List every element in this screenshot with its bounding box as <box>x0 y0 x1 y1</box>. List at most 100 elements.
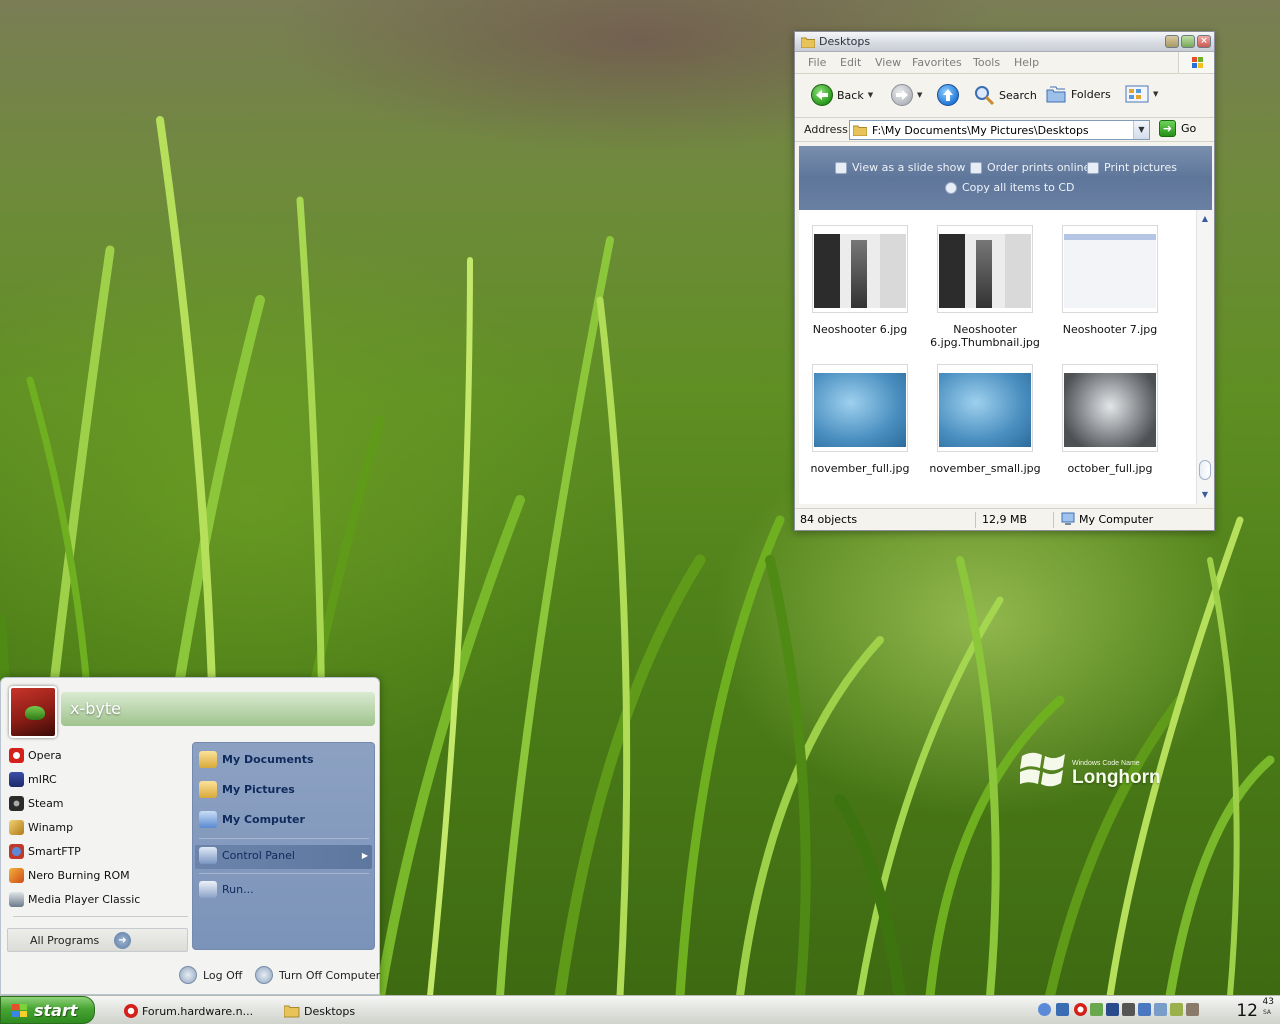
tray-monitor-icon[interactable] <box>1106 1003 1119 1016</box>
winamp-icon <box>9 820 24 835</box>
title-bar[interactable]: Desktops × <box>795 32 1214 52</box>
window-title: Desktops <box>819 35 871 48</box>
file-item[interactable]: Neoshooter 7.jpg <box>1054 225 1166 336</box>
file-view[interactable]: Neoshooter 6.jpg Neoshooter 6.jpg.Thumbn… <box>799 210 1212 504</box>
program-opera[interactable]: Opera <box>9 748 62 763</box>
file-item[interactable]: Neoshooter 6.jpg.Thumbnail.jpg <box>929 225 1041 349</box>
chevron-down-icon[interactable]: ▼ <box>1153 90 1158 98</box>
menu-edit[interactable]: Edit <box>840 56 861 69</box>
maximize-button[interactable] <box>1181 35 1195 48</box>
close-button[interactable]: × <box>1197 35 1211 48</box>
opera-icon <box>124 1004 138 1018</box>
start-menu-footer: Log Off Turn Off Computer <box>1 958 380 994</box>
file-item[interactable]: november_small.jpg <box>929 364 1041 475</box>
run-item[interactable]: Run... <box>199 881 254 898</box>
program-label: Steam <box>28 797 64 810</box>
chevron-down-icon[interactable]: ▼ <box>917 91 922 99</box>
cd-icon <box>945 181 957 194</box>
file-name: Neoshooter 6.jpg <box>812 323 908 336</box>
scroll-down-icon[interactable]: ▼ <box>1198 488 1212 502</box>
all-programs-button[interactable]: All Programs ➜ <box>7 928 188 952</box>
avatar[interactable] <box>9 686 57 738</box>
tray-opera-icon[interactable] <box>1074 1003 1087 1016</box>
menu-help[interactable]: Help <box>1014 56 1039 69</box>
menu-view[interactable]: View <box>875 56 901 69</box>
program-mirc[interactable]: mIRC <box>9 772 57 787</box>
file-item[interactable]: Neoshooter 6.jpg <box>804 225 916 336</box>
minimize-button[interactable] <box>1165 35 1179 48</box>
user-name: x-byte <box>70 699 121 718</box>
pinned-programs: Opera mIRC Steam Winamp SmartFTP Nero Bu… <box>7 744 190 956</box>
status-size: 12,9 MB <box>982 513 1028 526</box>
program-label: SmartFTP <box>28 845 81 858</box>
clock-suffix: SA <box>1262 1009 1271 1016</box>
scroll-thumb[interactable] <box>1199 460 1211 480</box>
windows-flag-icon <box>1020 752 1065 787</box>
views-button[interactable]: ▼ <box>1125 84 1158 104</box>
forward-button[interactable]: ▼ <box>891 84 922 106</box>
up-button[interactable] <box>937 84 959 106</box>
program-steam[interactable]: Steam <box>9 796 64 811</box>
vertical-scrollbar[interactable]: ▲ ▼ <box>1196 210 1212 504</box>
start-button[interactable]: start <box>0 996 95 1024</box>
explorer-window[interactable]: Desktops × File Edit View Favorites Tool… <box>794 31 1215 531</box>
tray-shield-icon[interactable] <box>1186 1003 1199 1016</box>
search-button[interactable]: Search <box>973 84 1037 106</box>
file-item[interactable]: october_full.jpg <box>1054 364 1166 475</box>
menu-file[interactable]: File <box>808 56 826 69</box>
windows-logo-icon <box>1178 52 1214 73</box>
tray-display-icon[interactable] <box>1138 1003 1151 1016</box>
menu-tools[interactable]: Tools <box>973 56 1000 69</box>
program-smartftp[interactable]: SmartFTP <box>9 844 81 859</box>
my-pictures-item[interactable]: My Pictures <box>199 781 295 798</box>
program-nero[interactable]: Nero Burning ROM <box>9 868 130 883</box>
file-name: october_full.jpg <box>1067 462 1153 475</box>
thumbnail-image <box>1064 234 1156 308</box>
task-slideshow[interactable]: View as a slide show <box>835 161 965 174</box>
log-off-button[interactable]: Log Off <box>179 966 242 984</box>
tray-steam-icon[interactable] <box>1122 1003 1135 1016</box>
my-documents-item[interactable]: My Documents <box>199 751 314 768</box>
thumbnail-frame <box>937 225 1033 313</box>
all-programs-label: All Programs <box>30 934 100 947</box>
task-slideshow-label: View as a slide show <box>852 161 966 174</box>
tray-speaker-icon[interactable] <box>1154 1003 1167 1016</box>
task-copy-cd[interactable]: Copy all items to CD <box>945 181 1075 194</box>
control-panel-item[interactable]: Control Panel <box>199 847 295 864</box>
my-computer-item[interactable]: My Computer <box>199 811 305 828</box>
thumbnail-frame <box>812 364 908 452</box>
clock-hour[interactable]: 12 <box>1236 1001 1258 1021</box>
my-documents-label: My Documents <box>222 753 314 766</box>
opera-icon <box>9 748 24 763</box>
file-item[interactable]: november_full.jpg <box>804 364 916 475</box>
taskbar-button-opera[interactable]: Forum.hardware.n... <box>124 1000 253 1022</box>
program-label: Media Player Classic <box>28 893 141 906</box>
picture-tasks-pane: View as a slide show Order prints online… <box>799 146 1212 210</box>
task-order-prints[interactable]: Order prints online <box>970 161 1090 174</box>
tray-users-icon[interactable] <box>1090 1003 1103 1016</box>
steam-icon <box>9 796 24 811</box>
address-input[interactable]: F:\My Documents\My Pictures\Desktops ▼ <box>849 120 1150 140</box>
folder-documents-icon <box>199 751 217 768</box>
back-button[interactable]: Back ▼ <box>811 84 873 106</box>
globe-icon <box>970 161 982 174</box>
menu-favorites[interactable]: Favorites <box>912 56 962 69</box>
program-label: Opera <box>28 749 62 762</box>
standard-toolbar: Back ▼ ▼ Search Folders ▼ <box>795 74 1214 118</box>
program-media-player-classic[interactable]: Media Player Classic <box>9 892 140 907</box>
divider <box>199 873 369 874</box>
go-button[interactable]: ➜ Go <box>1159 120 1196 137</box>
tray-arrow-icon[interactable] <box>1038 1003 1051 1016</box>
chevron-down-icon[interactable]: ▼ <box>1133 121 1149 139</box>
taskbar-button-desktops[interactable]: Desktops <box>284 1000 355 1022</box>
longhorn-logo: Windows Code Name Longhorn <box>1020 748 1180 798</box>
program-winamp[interactable]: Winamp <box>9 820 73 835</box>
turn-off-button[interactable]: Turn Off Computer <box>255 966 380 984</box>
chevron-down-icon[interactable]: ▼ <box>868 91 873 99</box>
scroll-up-icon[interactable]: ▲ <box>1198 212 1212 226</box>
tray-app-icon[interactable] <box>1170 1003 1183 1016</box>
nero-icon <box>9 868 24 883</box>
folders-button[interactable]: Folders <box>1045 84 1111 104</box>
tray-network-icon[interactable] <box>1056 1003 1069 1016</box>
task-print[interactable]: Print pictures <box>1087 161 1177 174</box>
